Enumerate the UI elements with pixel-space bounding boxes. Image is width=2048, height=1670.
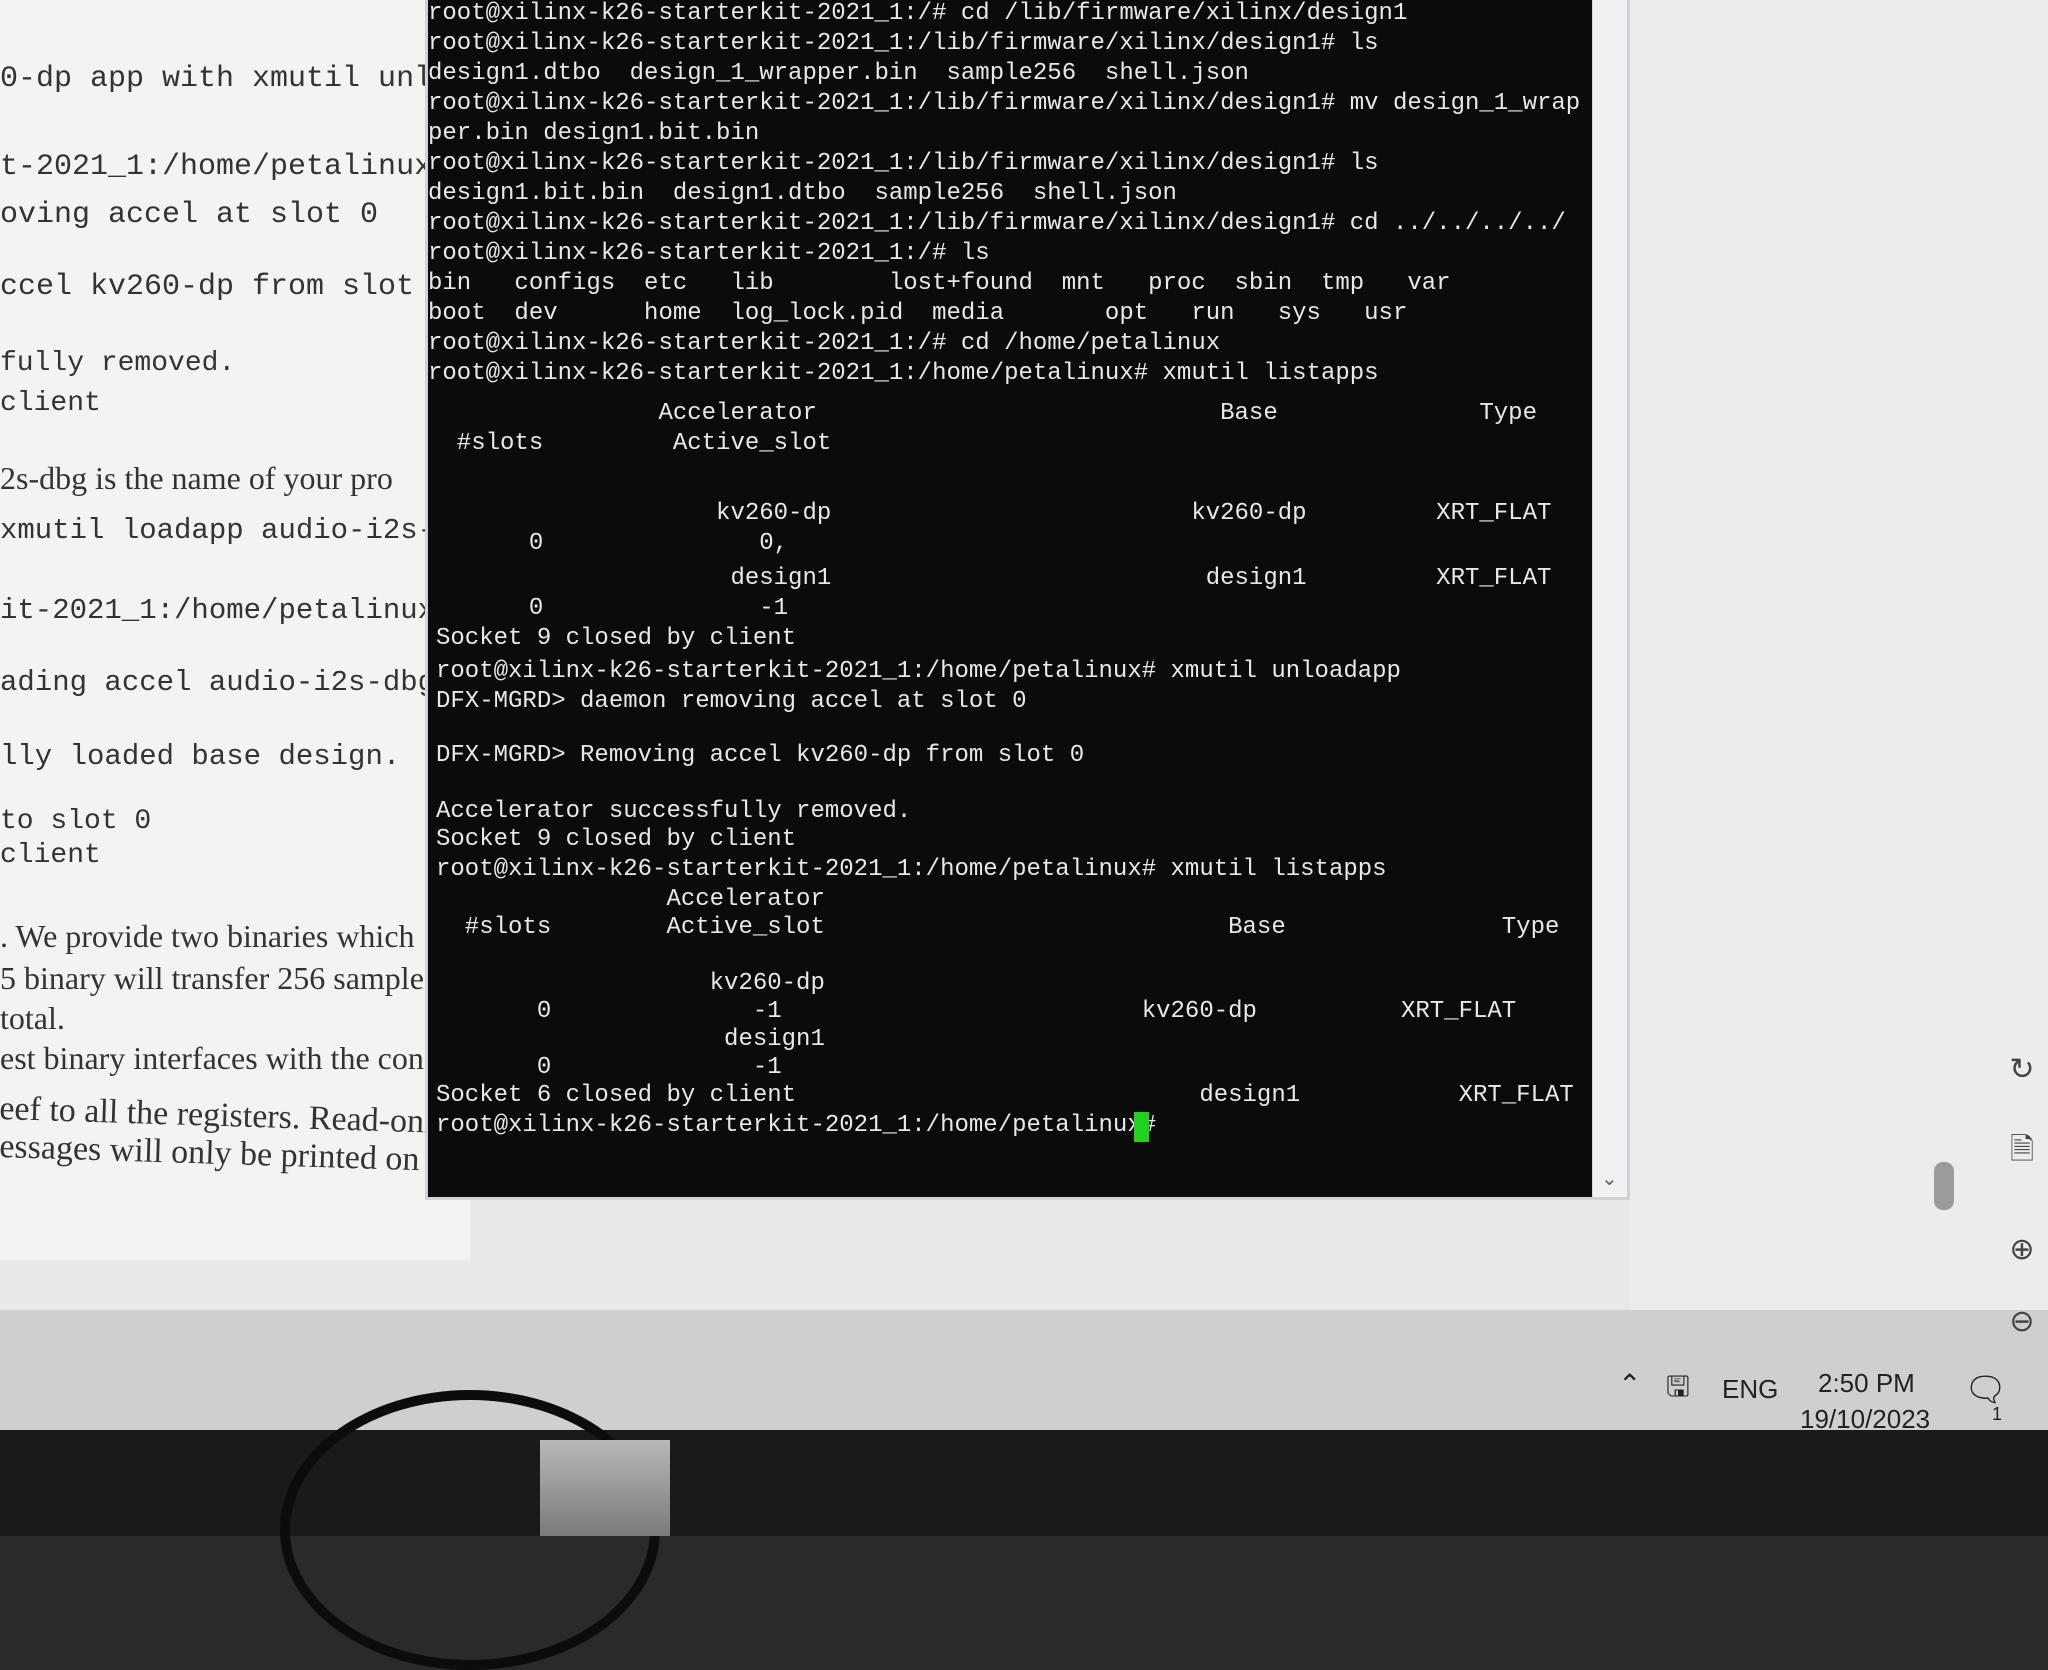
- terminal-line: 0 0,: [428, 530, 789, 557]
- terminal-line: root@xilinx-k26-starterkit-2021_1:/home/…: [436, 658, 1401, 685]
- terminal-line: per.bin design1.bit.bin: [428, 120, 760, 147]
- terminal-line: boot dev home log_lock.pid media opt run…: [428, 300, 1408, 327]
- terminal-line: root@xilinx-k26-starterkit-2021_1:/home/…: [428, 360, 1379, 387]
- doc-line: lly loaded base design.: [0, 740, 401, 773]
- terminal-line: design1.dtbo design_1_wrapper.bin sample…: [428, 60, 1249, 87]
- terminal-line: root@xilinx-k26-starterkit-2021_1:/# cd …: [428, 330, 1221, 357]
- terminal-line: DFX-MGRD> Removing accel kv260-dp from s…: [436, 742, 1085, 769]
- terminal-line: 0 -1: [436, 1054, 782, 1081]
- terminal-line: Accelerator Base Type: [428, 400, 1537, 427]
- page-icon[interactable]: 🗎: [1998, 1126, 2046, 1174]
- terminal-line: root@xilinx-k26-starterkit-2021_1:/# ls: [428, 240, 990, 267]
- terminal-line: Socket 9 closed by client: [436, 826, 797, 853]
- doc-line: 2s-dbg is the name of your pro: [0, 460, 393, 496]
- terminal-scrollbar[interactable]: ⌄: [1592, 0, 1627, 1197]
- doc-line: ccel kv260-dp from slot 0: [0, 270, 451, 304]
- network-icon[interactable]: 🖫: [1666, 1366, 1690, 1414]
- terminal-cursor: [1134, 1112, 1149, 1142]
- terminal-line: Accelerator: [436, 886, 825, 913]
- doc-line: total.: [0, 1000, 65, 1036]
- doc-line: client: [0, 840, 101, 871]
- chevron-up-icon[interactable]: ⌃: [1618, 1368, 1641, 1401]
- doc-line: oving accel at slot 0: [0, 198, 379, 232]
- notification-count: 1: [1992, 1404, 2003, 1424]
- terminal-line: root@xilinx-k26-starterkit-2021_1:/home/…: [436, 856, 1387, 883]
- terminal-line: root@xilinx-k26-starterkit-2021_1:/lib/f…: [428, 90, 1581, 117]
- monitor-stand: [540, 1440, 670, 1536]
- terminal-line: bin configs etc lib lost+found mnt proc …: [428, 270, 1451, 297]
- doc-line: fully removed.: [0, 348, 236, 379]
- doc-line: xmutil loadapp audio-i2s-d: [0, 514, 453, 547]
- doc-line: 0-dp app with xmutil unloada: [0, 62, 470, 96]
- terminal-line: 0 -1: [428, 595, 789, 622]
- viewer-side-panel: [1630, 0, 2048, 1310]
- terminal-line: design1.bit.bin design1.dtbo sample256 s…: [428, 180, 1177, 207]
- doc-line: 5 binary will transfer 256 samples: [0, 960, 437, 996]
- terminal-prompt[interactable]: root@xilinx-k26-starterkit-2021_1:/home/…: [436, 1112, 1171, 1140]
- doc-line: to slot 0: [0, 806, 152, 837]
- language-indicator[interactable]: ENG: [1722, 1374, 1778, 1405]
- clock-time[interactable]: 2:50 PM: [1818, 1368, 1915, 1399]
- zoom-out-icon[interactable]: ⊖: [1998, 1298, 2046, 1346]
- chevron-down-icon[interactable]: ⌄: [1601, 1166, 1618, 1191]
- terminal-line: 0 -1 kv260-dp XRT_FLAT: [436, 998, 1517, 1025]
- doc-line: t-2021_1:/home/petalinux#: [0, 150, 451, 184]
- terminal-line: root@xilinx-k26-starterkit-2021_1:/lib/f…: [428, 150, 1379, 177]
- doc-line: ading accel audio-i2s-dbg: [0, 666, 436, 699]
- terminal-line: design1: [436, 1026, 825, 1053]
- doc-line: est binary interfaces with the con: [0, 1040, 424, 1076]
- terminal-line: root@xilinx-k26-starterkit-2021_1:/# cd …: [428, 0, 1408, 27]
- terminal-line: #slots Active_slot Base Type: [436, 914, 1560, 941]
- doc-line: client: [0, 388, 101, 419]
- terminal-line: #slots Active_slot: [428, 430, 832, 457]
- terminal-line: Socket 6 closed by client design1 XRT_FL…: [436, 1082, 1574, 1109]
- doc-line: . We provide two binaries which: [0, 918, 415, 954]
- terminal-line: root@xilinx-k26-starterkit-2021_1:/lib/f…: [428, 30, 1379, 57]
- terminal-line: design1 design1 XRT_FLAT: [428, 565, 1552, 592]
- doc-line: it-2021_1:/home/petalinux#: [0, 594, 453, 627]
- terminal-line: DFX-MGRD> daemon removing accel at slot …: [436, 688, 1027, 715]
- taskbar: ⊖ ⌃ 🖫 ENG 2:50 PM 19/10/2023 🗨 1: [0, 1305, 2048, 1434]
- terminal-line: kv260-dp kv260-dp XRT_FLAT: [428, 500, 1552, 527]
- terminal-line: Socket 9 closed by client: [436, 625, 797, 652]
- viewer-scrollbar-thumb[interactable]: [1934, 1162, 1954, 1210]
- monitor-screen: 0-dp app with xmutil unloada t-2021_1:/h…: [0, 0, 2048, 1310]
- terminal-line: kv260-dp: [436, 970, 825, 997]
- terminal-line: root@xilinx-k26-starterkit-2021_1:/lib/f…: [428, 210, 1566, 237]
- refresh-icon[interactable]: ↻: [1998, 1046, 2046, 1094]
- terminal-line: Accelerator successfully removed.: [436, 798, 912, 825]
- zoom-in-icon[interactable]: ⊕: [1998, 1226, 2046, 1274]
- terminal-window[interactable]: root@xilinx-k26-starterkit-2021_1:/# cd …: [425, 0, 1630, 1200]
